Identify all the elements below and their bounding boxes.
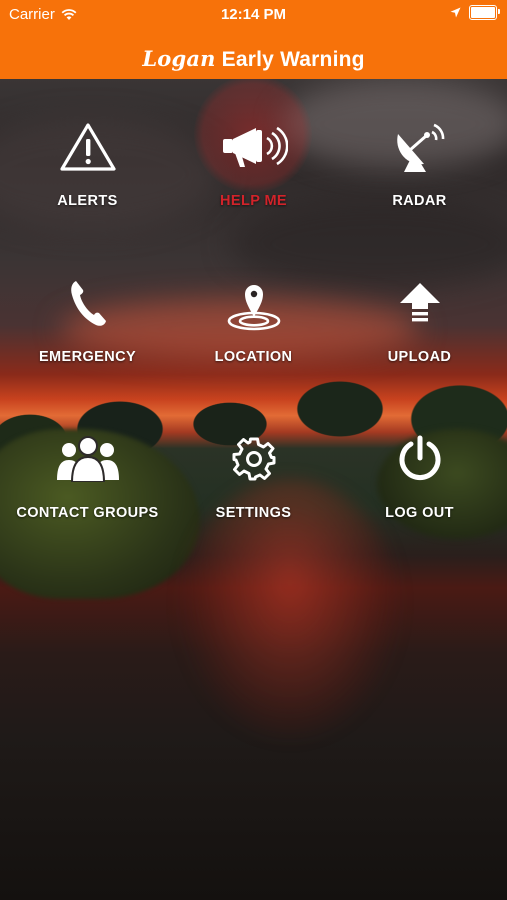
app-header: Carrier 12:14 PM Logan Early Warning: [0, 0, 507, 79]
menu-label: RADAR: [392, 193, 447, 209]
satellite-dish-icon: [392, 119, 448, 175]
menu-label: SETTINGS: [215, 505, 292, 521]
menu-label: HELP ME: [220, 193, 287, 209]
menu-label: EMERGENCY: [38, 349, 137, 365]
map-pin-icon: [226, 275, 282, 331]
upload-arrow-icon: [398, 275, 442, 331]
menu-label: ALERTS: [57, 193, 118, 209]
power-icon: [397, 431, 443, 487]
menu-label: CONTACT GROUPS: [16, 505, 159, 521]
menu-label: LOG OUT: [385, 505, 454, 521]
alert-triangle-icon: [59, 119, 117, 175]
menu-item-settings[interactable]: SETTINGS: [169, 391, 338, 547]
menu-item-radar[interactable]: RADAR: [335, 79, 504, 235]
menu-item-contact-groups[interactable]: CONTACT GROUPS: [3, 391, 172, 547]
title-text: Early Warning: [221, 48, 365, 71]
menu-item-help-me[interactable]: HELP ME: [169, 75, 338, 235]
megaphone-icon: [220, 119, 288, 175]
menu-item-upload[interactable]: UPLOAD: [335, 235, 504, 391]
brand-name: Logan: [142, 46, 216, 71]
phone-icon: [68, 275, 108, 331]
status-bar: Carrier 12:14 PM: [0, 0, 507, 28]
status-time: 12:14 PM: [220, 6, 287, 23]
gear-icon: [231, 431, 277, 487]
people-group-icon: [55, 431, 121, 487]
menu-label: LOCATION: [214, 349, 293, 365]
battery-icon: [469, 5, 500, 20]
menu-item-emergency[interactable]: EMERGENCY: [3, 235, 172, 391]
location-arrow-icon: [450, 7, 461, 18]
menu-label: UPLOAD: [387, 349, 452, 365]
menu-item-alerts[interactable]: ALERTS: [3, 79, 172, 235]
status-right: [450, 5, 500, 20]
page-title: Logan Early Warning: [0, 46, 507, 72]
menu-item-location[interactable]: LOCATION: [169, 235, 338, 391]
menu-item-log-out[interactable]: LOG OUT: [335, 391, 504, 547]
